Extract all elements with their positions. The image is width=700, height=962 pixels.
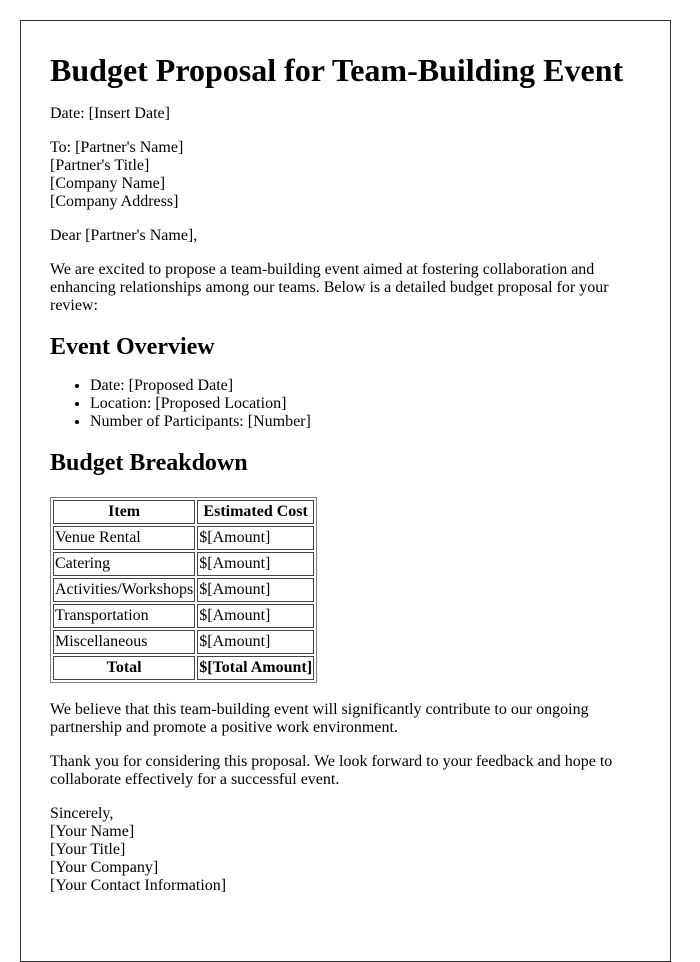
greeting: Dear [Partner's Name], — [50, 227, 198, 244]
total-label: Total — [53, 656, 196, 680]
cost-cell: $[Amount] — [197, 552, 315, 576]
recipient-address: [Company Address] — [50, 193, 179, 210]
item-cell: Activities/Workshops — [53, 578, 196, 602]
item-cell: Transportation — [53, 604, 196, 628]
table-row: Transportation $[Amount] — [53, 604, 315, 628]
cost-cell: $[Amount] — [197, 526, 315, 550]
list-item: Location: [Proposed Location] — [90, 395, 650, 413]
column-header-cost: Estimated Cost — [197, 500, 315, 524]
column-header-item: Item — [53, 500, 196, 524]
sender-title: [Your Title] — [50, 841, 126, 858]
cost-cell: $[Amount] — [197, 578, 315, 602]
date-line: Date: [Insert Date] — [50, 105, 170, 122]
table-row: Miscellaneous $[Amount] — [53, 630, 315, 654]
budget-breakdown-heading: Budget Breakdown — [50, 450, 248, 476]
table-row: Venue Rental $[Amount] — [53, 526, 315, 550]
signature-block: Sincerely, [Your Name] [Your Title] [You… — [50, 805, 650, 895]
total-value: $[Total Amount] — [197, 656, 315, 680]
sender-company: [Your Company] — [50, 859, 159, 876]
table-row: Activities/Workshops $[Amount] — [53, 578, 315, 602]
recipient-block: To: [Partner's Name] [Partner's Title] [… — [50, 139, 650, 211]
intro-paragraph: We are excited to propose a team-buildin… — [50, 261, 609, 314]
cost-cell: $[Amount] — [197, 630, 315, 654]
recipient-name: To: [Partner's Name] — [50, 139, 184, 156]
list-item: Number of Participants: [Number] — [90, 413, 650, 431]
sender-name: [Your Name] — [50, 823, 135, 840]
event-overview-list: Date: [Proposed Date] Location: [Propose… — [50, 377, 650, 431]
event-overview-heading: Event Overview — [50, 334, 215, 360]
cost-cell: $[Amount] — [197, 604, 315, 628]
budget-table: Item Estimated Cost Venue Rental $[Amoun… — [50, 497, 318, 683]
total-row: Total $[Total Amount] — [53, 656, 315, 680]
table-header-row: Item Estimated Cost — [53, 500, 315, 524]
table-row: Catering $[Amount] — [53, 552, 315, 576]
recipient-title: [Partner's Title] — [50, 157, 150, 174]
item-cell: Venue Rental — [53, 526, 196, 550]
item-cell: Miscellaneous — [53, 630, 196, 654]
item-cell: Catering — [53, 552, 196, 576]
closing-paragraph-1: We believe that this team-building event… — [50, 701, 589, 736]
closing-paragraph-2: Thank you for considering this proposal.… — [50, 753, 613, 788]
sender-contact: [Your Contact Information] — [50, 877, 227, 894]
signoff-salutation: Sincerely, — [50, 805, 114, 822]
letter-page: Budget Proposal for Team-Building Event … — [20, 20, 671, 962]
recipient-company: [Company Name] — [50, 175, 166, 192]
list-item: Date: [Proposed Date] — [90, 377, 650, 395]
document-title: Budget Proposal for Team-Building Event — [50, 52, 624, 88]
